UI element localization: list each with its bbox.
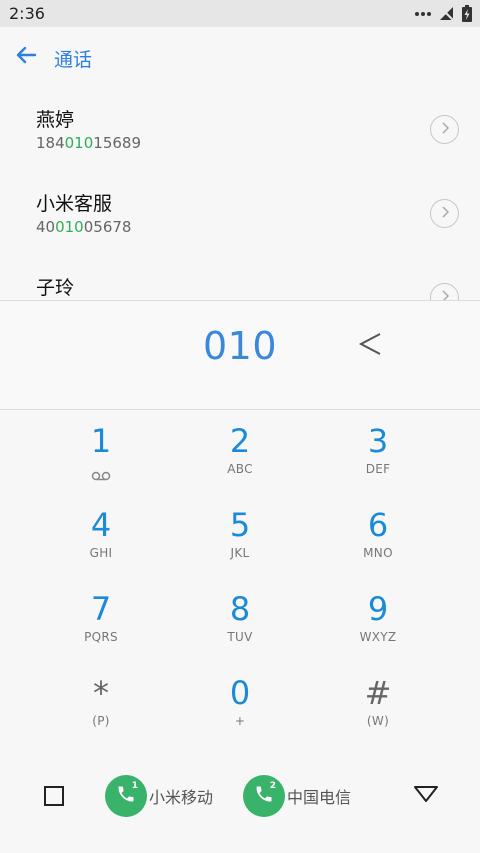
call-sim1-button[interactable]: 1 小米移动 — [105, 775, 213, 817]
no-signal-icon — [439, 6, 454, 21]
status-icons — [415, 5, 472, 22]
key-7[interactable]: 7 PQRS — [41, 584, 161, 664]
key-letters: WXYZ — [359, 630, 397, 644]
sim-slot-badge: 2 — [269, 781, 276, 791]
dialed-number[interactable]: 010 — [0, 324, 480, 368]
call-sim2-button[interactable]: 2 中国电信 — [243, 775, 351, 817]
key-letters: MNO — [363, 546, 393, 560]
call-circle: 2 — [243, 775, 285, 817]
chevron-right-icon — [440, 120, 450, 139]
key-letters: GHI — [89, 546, 113, 560]
key-digit: 3 — [367, 422, 389, 460]
contact-number: 4001005678 — [36, 218, 132, 236]
contact-name: 小米客服 — [36, 193, 113, 215]
hide-keypad-button[interactable] — [412, 784, 440, 808]
key-letters: ABC — [227, 462, 253, 476]
key-digit: 9 — [367, 590, 389, 628]
arrow-left-icon — [15, 46, 37, 68]
key-digit: 8 — [229, 590, 251, 628]
backspace-button[interactable] — [352, 328, 388, 364]
key-digit: 2 — [229, 422, 251, 460]
bottom-action-bar: 1 小米移动 2 中国电信 — [0, 762, 480, 830]
contact-suggestions-list: 燕婷 18401015689 小米客服 4001005678 子玲 — [0, 87, 480, 300]
contact-detail-button[interactable] — [430, 283, 459, 300]
voicemail-icon — [91, 466, 111, 485]
dialer-display: 010 — [0, 300, 480, 410]
key-digit: 0 — [229, 674, 251, 712]
key-letters: + — [234, 714, 246, 728]
carrier-label: 小米移动 — [149, 788, 214, 807]
key-digit: * — [93, 674, 109, 712]
battery-charging-icon — [462, 5, 472, 22]
key-letters: DEF — [365, 462, 391, 476]
backspace-icon — [357, 331, 383, 361]
key-digit: 4 — [90, 506, 112, 544]
key-6[interactable]: 6 MNO — [318, 500, 438, 580]
status-bar: 2:36 — [0, 0, 480, 27]
list-item[interactable]: 子玲 — [0, 255, 480, 300]
triangle-down-icon — [413, 784, 439, 808]
more-notifications-icon — [415, 11, 431, 17]
key-digit: # — [364, 674, 392, 712]
contact-name: 燕婷 — [36, 109, 75, 131]
key-star[interactable]: * (P) — [41, 668, 161, 748]
key-letters: (W) — [366, 714, 390, 728]
key-letters: (P) — [92, 714, 110, 728]
key-digit: 5 — [229, 506, 251, 544]
key-5[interactable]: 5 JKL — [180, 500, 300, 580]
dial-keypad: 1 2 ABC 3 DEF 4 GHI 5 JKL 6 MNO 7 PQRS 8… — [0, 410, 480, 750]
key-2[interactable]: 2 ABC — [180, 416, 300, 496]
call-circle: 1 — [105, 775, 147, 817]
contact-name: 子玲 — [36, 277, 75, 299]
key-digit: 1 — [90, 422, 112, 460]
chevron-right-icon — [440, 288, 450, 300]
header: 通话 — [0, 27, 480, 87]
sim-slot-badge: 1 — [131, 781, 138, 791]
list-item[interactable]: 燕婷 18401015689 — [0, 87, 480, 171]
key-1[interactable]: 1 — [41, 416, 161, 496]
status-time: 2:36 — [9, 4, 45, 23]
chevron-right-icon — [440, 204, 450, 223]
menu-square-button[interactable] — [44, 786, 64, 806]
key-letters: TUV — [227, 630, 253, 644]
key-9[interactable]: 9 WXYZ — [318, 584, 438, 664]
key-0[interactable]: 0 + — [180, 668, 300, 748]
key-digit: 7 — [90, 590, 112, 628]
key-3[interactable]: 3 DEF — [318, 416, 438, 496]
list-item[interactable]: 小米客服 4001005678 — [0, 171, 480, 255]
key-4[interactable]: 4 GHI — [41, 500, 161, 580]
key-8[interactable]: 8 TUV — [180, 584, 300, 664]
contact-detail-button[interactable] — [430, 115, 459, 144]
key-digit: 6 — [367, 506, 389, 544]
key-hash[interactable]: # (W) — [318, 668, 438, 748]
key-letters: PQRS — [84, 630, 118, 644]
page-title: 通话 — [54, 49, 93, 71]
contact-detail-button[interactable] — [430, 199, 459, 228]
back-button[interactable] — [10, 41, 42, 73]
key-letters: JKL — [230, 546, 250, 560]
carrier-label: 中国电信 — [287, 788, 352, 807]
contact-number: 18401015689 — [36, 134, 141, 152]
